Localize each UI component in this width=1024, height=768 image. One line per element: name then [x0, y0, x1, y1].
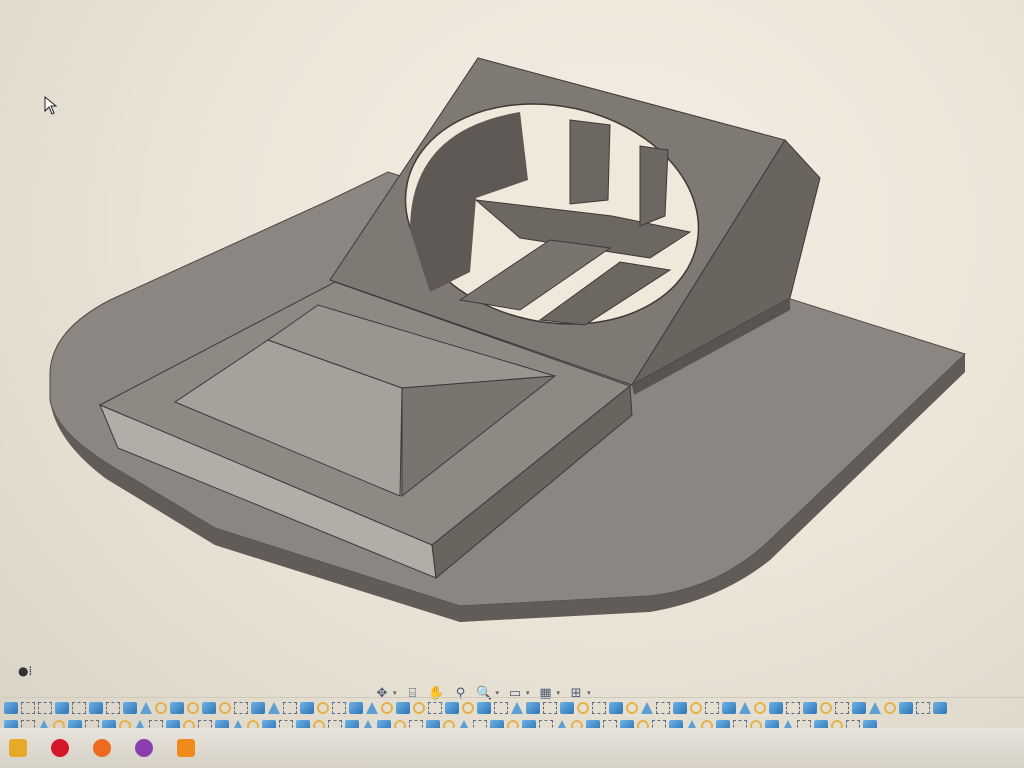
timeline-cube-icon[interactable] — [202, 701, 216, 714]
timeline-circle-icon[interactable] — [155, 701, 167, 714]
timeline-cube-icon[interactable] — [673, 701, 687, 714]
timeline-sketch-icon[interactable] — [656, 701, 670, 714]
timeline-cube-icon[interactable] — [170, 701, 184, 714]
timeline-marker-icon[interactable]: ●⁞ — [18, 664, 32, 678]
timeline-cube-icon[interactable] — [609, 701, 623, 714]
timeline-sketch-icon[interactable] — [543, 701, 557, 714]
timeline-sketch-icon[interactable] — [786, 701, 800, 714]
chevron-down-icon[interactable]: ▾ — [393, 689, 397, 697]
timeline-tri-icon[interactable] — [869, 701, 881, 714]
timeline-sketch-icon[interactable] — [283, 701, 297, 714]
timeline-cube-icon[interactable] — [123, 701, 137, 714]
timeline-sketch-icon[interactable] — [332, 701, 346, 714]
timeline-sketch-icon[interactable] — [21, 701, 35, 714]
timeline-circle-icon[interactable] — [884, 701, 896, 714]
app-icon-glyph — [135, 739, 153, 757]
timeline-cube-icon[interactable] — [722, 701, 736, 714]
timeline-circle-icon[interactable] — [187, 701, 199, 714]
timeline-cube-icon[interactable] — [396, 701, 410, 714]
os-taskbar — [0, 728, 1024, 768]
chevron-down-icon[interactable]: ▾ — [526, 689, 530, 697]
opera-icon-glyph — [51, 739, 69, 757]
timeline-circle-icon[interactable] — [754, 701, 766, 714]
timeline-tri-icon[interactable] — [366, 701, 378, 714]
timeline-sketch-icon[interactable] — [494, 701, 508, 714]
fusion-icon[interactable] — [174, 736, 198, 760]
timeline-sketch-icon[interactable] — [428, 701, 442, 714]
timeline-sketch-icon[interactable] — [592, 701, 606, 714]
timeline-cube-icon[interactable] — [251, 701, 265, 714]
timeline-circle-icon[interactable] — [413, 701, 425, 714]
3d-viewport[interactable] — [0, 0, 1024, 700]
chevron-down-icon[interactable]: ▾ — [557, 689, 561, 697]
timeline-circle-icon[interactable] — [626, 701, 638, 714]
timeline-cube-icon[interactable] — [55, 701, 69, 714]
timeline-tri-icon[interactable] — [140, 701, 152, 714]
timeline-cube-icon[interactable] — [803, 701, 817, 714]
timeline-sketch-icon[interactable] — [916, 701, 930, 714]
timeline-sketch-icon[interactable] — [72, 701, 86, 714]
timeline-sketch-icon[interactable] — [705, 701, 719, 714]
timeline-row-1 — [0, 697, 1024, 717]
timeline-sketch-icon[interactable] — [835, 701, 849, 714]
timeline-circle-icon[interactable] — [690, 701, 702, 714]
chevron-down-icon[interactable]: ▾ — [587, 689, 591, 697]
timeline-tri-icon[interactable] — [511, 701, 523, 714]
timeline-tri-icon[interactable] — [268, 701, 280, 714]
timeline-cube-icon[interactable] — [4, 701, 18, 714]
firefox-icon-glyph — [93, 739, 111, 757]
timeline-circle-icon[interactable] — [317, 701, 329, 714]
timeline-circle-icon[interactable] — [381, 701, 393, 714]
timeline-cube-icon[interactable] — [477, 701, 491, 714]
timeline-cube-icon[interactable] — [349, 701, 363, 714]
timeline-cube-icon[interactable] — [899, 701, 913, 714]
model-render[interactable] — [0, 0, 1024, 700]
firefox-icon[interactable] — [90, 736, 114, 760]
timeline-circle-icon[interactable] — [462, 701, 474, 714]
timeline-cube-icon[interactable] — [89, 701, 103, 714]
timeline-cube-icon[interactable] — [526, 701, 540, 714]
chevron-down-icon[interactable]: ▾ — [496, 689, 500, 697]
timeline-circle-icon[interactable] — [820, 701, 832, 714]
timeline-tri-icon[interactable] — [641, 701, 653, 714]
timeline-sketch-icon[interactable] — [234, 701, 248, 714]
timeline-tri-icon[interactable] — [739, 701, 751, 714]
timeline-sketch-icon[interactable] — [38, 701, 52, 714]
timeline-cube-icon[interactable] — [933, 701, 947, 714]
timeline-cube-icon[interactable] — [300, 701, 314, 714]
timeline-cube-icon[interactable] — [560, 701, 574, 714]
timeline-cube-icon[interactable] — [852, 701, 866, 714]
timeline-circle-icon[interactable] — [219, 701, 231, 714]
file-explorer-icon[interactable] — [6, 736, 30, 760]
opera-icon[interactable] — [48, 736, 72, 760]
app-icon[interactable] — [132, 736, 156, 760]
fusion-icon-glyph — [177, 739, 195, 757]
timeline-cube-icon[interactable] — [445, 701, 459, 714]
timeline-sketch-icon[interactable] — [106, 701, 120, 714]
timeline-circle-icon[interactable] — [577, 701, 589, 714]
timeline-cube-icon[interactable] — [769, 701, 783, 714]
file-explorer-icon-glyph — [9, 739, 27, 757]
mouse-cursor-icon — [44, 96, 58, 115]
